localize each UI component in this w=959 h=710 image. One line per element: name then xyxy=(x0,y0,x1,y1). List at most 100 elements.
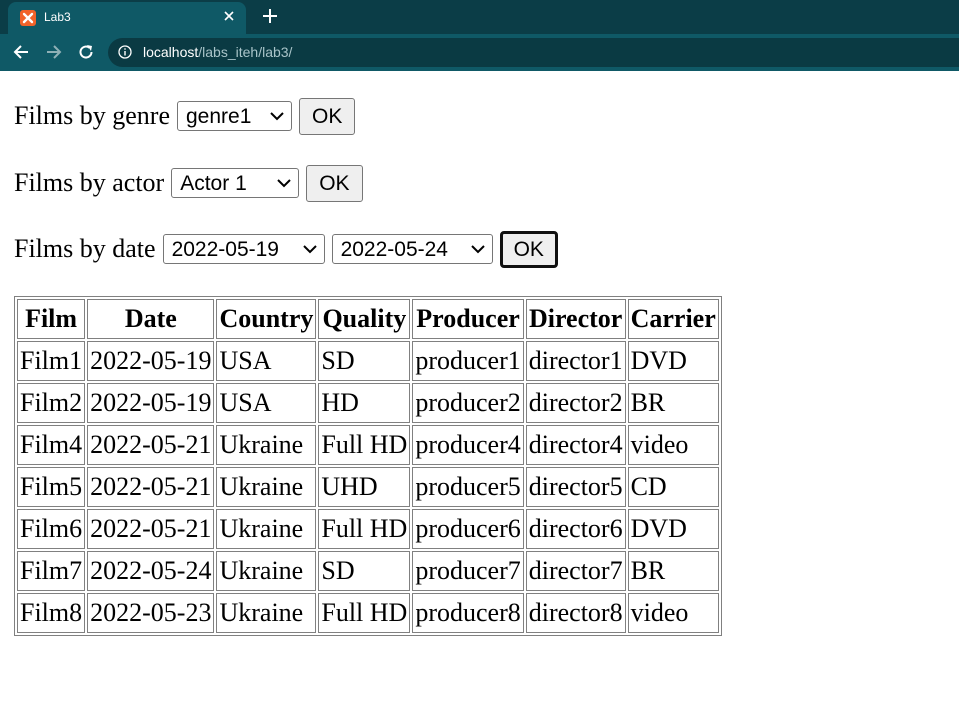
date-to-value: 2022-05-24 xyxy=(340,238,448,261)
cell-director: director4 xyxy=(525,425,626,465)
date-label: Films by date xyxy=(14,234,156,263)
cell-quality: SD xyxy=(318,341,411,381)
cell-date: 2022-05-21 xyxy=(87,467,215,507)
forward-arrow-icon[interactable] xyxy=(42,40,66,64)
cell-carrier: DVD xyxy=(627,509,719,549)
url-path: /labs_iteh/lab3/ xyxy=(198,44,293,60)
chevron-down-icon xyxy=(470,245,485,254)
cell-country: USA xyxy=(216,383,317,423)
cell-film: Film2 xyxy=(17,383,86,423)
chevron-down-icon xyxy=(302,245,317,254)
cell-country: USA xyxy=(216,341,317,381)
cell-director: director2 xyxy=(525,383,626,423)
chevron-down-icon xyxy=(277,179,291,188)
header-producer: Producer xyxy=(412,299,524,339)
table-row: Film6 2022-05-21 Ukraine Full HD produce… xyxy=(17,509,719,549)
cell-date: 2022-05-21 xyxy=(87,425,215,465)
cell-date: 2022-05-23 xyxy=(87,593,215,633)
cell-film: Film7 xyxy=(17,551,86,591)
cell-producer: producer8 xyxy=(412,593,524,633)
actor-ok-button[interactable]: OK xyxy=(306,164,363,202)
cell-carrier: CD xyxy=(627,467,719,507)
actor-select[interactable]: Actor 1 xyxy=(171,168,300,198)
reload-icon[interactable] xyxy=(74,40,98,64)
cell-date: 2022-05-21 xyxy=(87,509,215,549)
cell-film: Film1 xyxy=(17,341,86,381)
cell-director: director5 xyxy=(525,467,626,507)
date-from-select[interactable]: 2022-05-19 xyxy=(162,234,325,264)
browser-toolbar: localhost/labs_iteh/lab3/ xyxy=(0,34,959,71)
cell-carrier: BR xyxy=(627,551,719,591)
genre-label: Films by genre xyxy=(14,101,170,130)
cell-producer: producer1 xyxy=(412,341,524,381)
cell-film: Film5 xyxy=(17,467,86,507)
films-table: Film Date Country Quality Producer Direc… xyxy=(14,296,722,636)
date-from-value: 2022-05-19 xyxy=(171,238,279,261)
genre-filter-form: Films by genre genre1 OK xyxy=(14,96,356,136)
cell-producer: producer6 xyxy=(412,509,524,549)
cell-carrier: DVD xyxy=(627,341,719,381)
cell-country: Ukraine xyxy=(216,425,317,465)
genre-select-value: genre1 xyxy=(186,105,252,128)
cell-film: Film8 xyxy=(17,593,86,633)
cell-country: Ukraine xyxy=(216,467,317,507)
plus-icon[interactable] xyxy=(258,5,282,29)
info-icon[interactable] xyxy=(118,45,132,62)
cell-date: 2022-05-19 xyxy=(87,383,215,423)
cell-quality: Full HD xyxy=(318,509,411,549)
cell-director: director7 xyxy=(525,551,626,591)
cell-producer: producer4 xyxy=(412,425,524,465)
cell-quality: SD xyxy=(318,551,411,591)
cell-producer: producer7 xyxy=(412,551,524,591)
table-row: Film2 2022-05-19 USA HD producer2 direct… xyxy=(17,383,719,423)
actor-select-value: Actor 1 xyxy=(180,172,247,195)
actor-filter-form: Films by actor Actor 1 OK xyxy=(14,163,363,203)
cell-country: Ukraine xyxy=(216,551,317,591)
browser-tab[interactable]: Lab3 xyxy=(8,2,246,34)
cell-date: 2022-05-19 xyxy=(87,341,215,381)
address-bar[interactable]: localhost/labs_iteh/lab3/ xyxy=(108,38,959,67)
cell-carrier: video xyxy=(627,425,719,465)
chevron-down-icon xyxy=(270,112,284,121)
tab-strip: Lab3 xyxy=(0,0,959,34)
back-arrow-icon[interactable] xyxy=(9,40,33,64)
cell-film: Film4 xyxy=(17,425,86,465)
cell-date: 2022-05-24 xyxy=(87,551,215,591)
cell-quality: UHD xyxy=(318,467,411,507)
actor-label: Films by actor xyxy=(14,168,165,197)
header-carrier: Carrier xyxy=(627,299,719,339)
cell-producer: producer5 xyxy=(412,467,524,507)
header-date: Date xyxy=(87,299,215,339)
cell-producer: producer2 xyxy=(412,383,524,423)
cell-carrier: BR xyxy=(627,383,719,423)
table-header-row: Film Date Country Quality Producer Direc… xyxy=(17,299,719,339)
cell-film: Film6 xyxy=(17,509,86,549)
cell-director: director1 xyxy=(525,341,626,381)
table-row: Film5 2022-05-21 Ukraine UHD producer5 d… xyxy=(17,467,719,507)
close-icon[interactable] xyxy=(220,8,238,26)
header-country: Country xyxy=(216,299,317,339)
cell-carrier: video xyxy=(627,593,719,633)
header-director: Director xyxy=(525,299,626,339)
header-film: Film xyxy=(17,299,86,339)
header-quality: Quality xyxy=(318,299,411,339)
table-row: Film7 2022-05-24 Ukraine SD producer7 di… xyxy=(17,551,719,591)
date-filter-form: Films by date 2022-05-19 2022-05-24 OK xyxy=(14,229,558,269)
cell-director: director6 xyxy=(525,509,626,549)
cell-quality: HD xyxy=(318,383,411,423)
table-row: Film4 2022-05-21 Ukraine Full HD produce… xyxy=(17,425,719,465)
genre-ok-button[interactable]: OK xyxy=(299,97,356,135)
url-text: localhost/labs_iteh/lab3/ xyxy=(143,44,292,60)
xampp-icon xyxy=(20,10,36,26)
genre-select[interactable]: genre1 xyxy=(177,101,292,131)
table-row: Film1 2022-05-19 USA SD producer1 direct… xyxy=(17,341,719,381)
tab-title: Lab3 xyxy=(44,10,71,24)
cell-country: Ukraine xyxy=(216,509,317,549)
cell-quality: Full HD xyxy=(318,593,411,633)
cell-country: Ukraine xyxy=(216,593,317,633)
date-ok-button[interactable]: OK xyxy=(499,230,558,268)
cell-quality: Full HD xyxy=(318,425,411,465)
url-host: localhost xyxy=(143,44,199,60)
date-to-select[interactable]: 2022-05-24 xyxy=(331,234,493,264)
table-row: Film8 2022-05-23 Ukraine Full HD produce… xyxy=(17,593,719,633)
